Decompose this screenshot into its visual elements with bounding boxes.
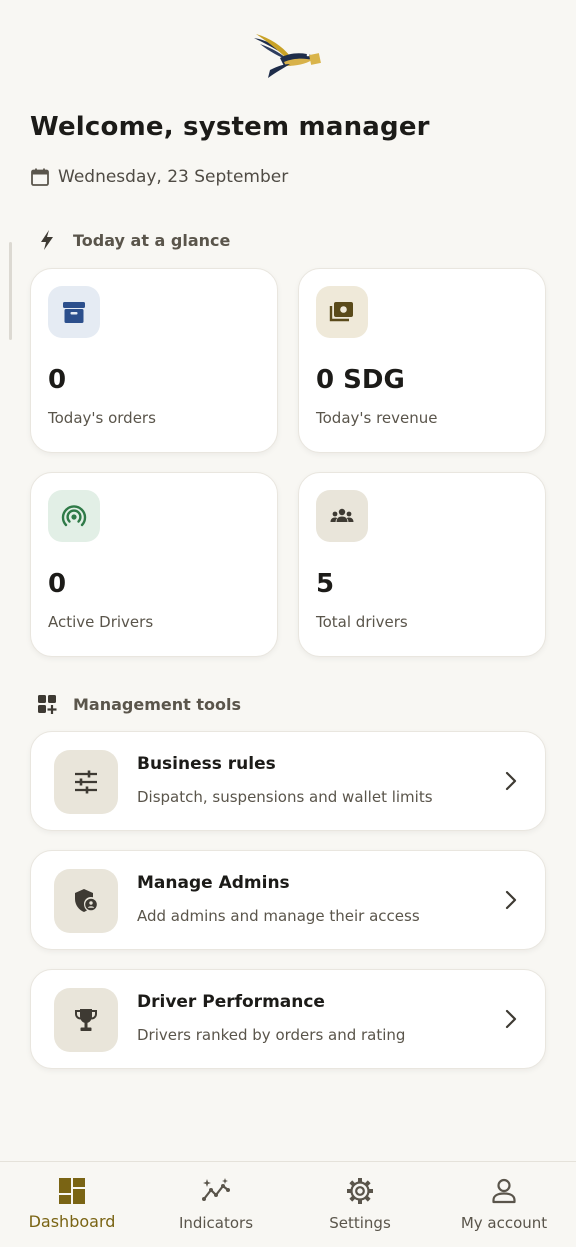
nav-label: Settings [329, 1214, 391, 1232]
tool-icon-container [54, 869, 118, 933]
settings-icon [347, 1178, 373, 1204]
account-icon [492, 1178, 516, 1204]
bird-logo [254, 34, 321, 78]
nav-label: Indicators [178, 1214, 254, 1232]
nav-label: Dashboard [28, 1212, 116, 1231]
stat-icon-container [48, 286, 100, 338]
stat-card-active-drivers[interactable]: 0 Active Drivers [30, 472, 278, 657]
manage-admins-card[interactable]: Manage Admins Add admins and manage thei… [30, 850, 546, 950]
group-icon [330, 508, 354, 522]
business-rules-card[interactable]: Business rules Dispatch, suspensions and… [30, 731, 546, 831]
glance-section-title: Today at a glance [73, 230, 231, 250]
add-widget-icon [38, 695, 57, 714]
nav-label: My account [460, 1214, 548, 1232]
tools-section-title: Management tools [73, 694, 241, 714]
chevron-right-icon [505, 771, 517, 791]
stat-value: 0 [48, 569, 67, 599]
stat-value: 0 [48, 365, 67, 395]
tool-subtitle: Add admins and manage their access [137, 907, 420, 925]
tools-section-header: Management tools [36, 693, 241, 715]
dashboard-screen: Welcome, system manager Wednesday, 23 Se… [0, 0, 576, 1247]
nav-item-my-account[interactable]: My account [432, 1162, 576, 1247]
dashboard-icon [59, 1178, 85, 1204]
admin-shield-icon [75, 889, 97, 912]
driver-performance-card[interactable]: Driver Performance Drivers ranked by ord… [30, 969, 546, 1069]
tool-icon-container [54, 988, 118, 1052]
live-signal-icon [61, 505, 87, 527]
stat-icon-container [316, 490, 368, 542]
stat-label: Total drivers [316, 613, 408, 631]
tool-icon-container [54, 750, 118, 814]
indicators-icon [202, 1178, 230, 1201]
welcome-heading: Welcome, system manager [30, 112, 430, 142]
stat-label: Active Drivers [48, 613, 154, 631]
tool-title: Driver Performance [137, 992, 325, 1012]
stat-card-todays-orders[interactable]: 0 Today's orders [30, 268, 278, 453]
stat-icon-container [316, 286, 368, 338]
stat-label: Today's revenue [316, 409, 438, 427]
trophy-icon [75, 1009, 97, 1031]
archive-box-icon [63, 302, 85, 323]
tool-title: Business rules [137, 754, 276, 774]
stat-card-total-drivers[interactable]: 5 Total drivers [298, 472, 546, 657]
bottom-navigation: Dashboard Indicators Settings My account [0, 1161, 576, 1247]
stat-icon-container [48, 490, 100, 542]
glance-section-header: Today at a glance [36, 229, 230, 251]
chevron-right-icon [505, 890, 517, 910]
calendar-icon [31, 168, 49, 186]
stat-value: 5 [316, 569, 335, 599]
tool-subtitle: Drivers ranked by orders and rating [137, 1026, 406, 1044]
sliders-icon [75, 770, 97, 794]
current-date: Wednesday, 23 September [58, 167, 289, 187]
stat-label: Today's orders [48, 409, 156, 427]
date-row: Wednesday, 23 September [30, 164, 288, 190]
stat-value: 0 SDG [316, 365, 405, 395]
tool-subtitle: Dispatch, suspensions and wallet limits [137, 788, 433, 806]
money-icon [329, 302, 353, 322]
nav-item-dashboard[interactable]: Dashboard [0, 1162, 144, 1247]
scroll-indicator[interactable] [9, 242, 12, 340]
lightning-icon [41, 230, 53, 250]
nav-item-indicators[interactable]: Indicators [144, 1162, 288, 1247]
tool-title: Manage Admins [137, 873, 290, 893]
nav-item-settings[interactable]: Settings [288, 1162, 432, 1247]
stat-card-todays-revenue[interactable]: 0 SDG Today's revenue [298, 268, 546, 453]
chevron-right-icon [505, 1009, 517, 1029]
